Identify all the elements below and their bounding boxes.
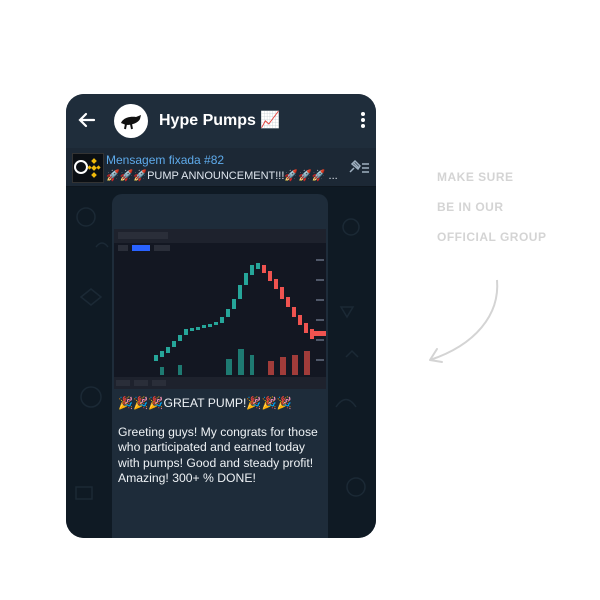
more-vertical-icon[interactable] xyxy=(358,110,368,132)
phone-screen: Hype Pumps 📈 Mensagem fixada #82 🚀🚀🚀PUMP… xyxy=(66,94,376,538)
chart-screenshot[interactable] xyxy=(114,229,326,389)
pinned-title: Mensagem fixada #82 xyxy=(106,153,225,167)
side-caption-line-3: OFFICIAL GROUP xyxy=(437,230,547,244)
curved-arrow-icon xyxy=(429,279,499,363)
channel-avatar-icon[interactable] xyxy=(114,104,148,138)
pin-icon[interactable] xyxy=(348,158,370,181)
pinned-message-bar[interactable]: Mensagem fixada #82 🚀🚀🚀PUMP ANNOUNCEMENT… xyxy=(66,148,376,187)
side-caption-line-2: BE IN OUR xyxy=(437,200,504,214)
side-caption-line-1: MAKE SURE xyxy=(437,170,514,184)
message-body: Greeting guys! My congrats for those who… xyxy=(118,424,318,486)
chat-header: Hype Pumps 📈 xyxy=(66,94,376,148)
chat-title[interactable]: Hype Pumps 📈 xyxy=(159,110,280,130)
message-headline: 🎉🎉🎉GREAT PUMP!🎉🎉🎉 xyxy=(118,396,292,410)
message-text: 🎉🎉🎉GREAT PUMP!🎉🎉🎉 Greeting guys! My cong… xyxy=(118,396,322,500)
pinned-thumbnail xyxy=(72,153,104,183)
back-arrow-icon[interactable] xyxy=(76,109,98,131)
pinned-preview-text: 🚀🚀🚀PUMP ANNOUNCEMENT!!!🚀🚀🚀 ... xyxy=(106,170,338,182)
